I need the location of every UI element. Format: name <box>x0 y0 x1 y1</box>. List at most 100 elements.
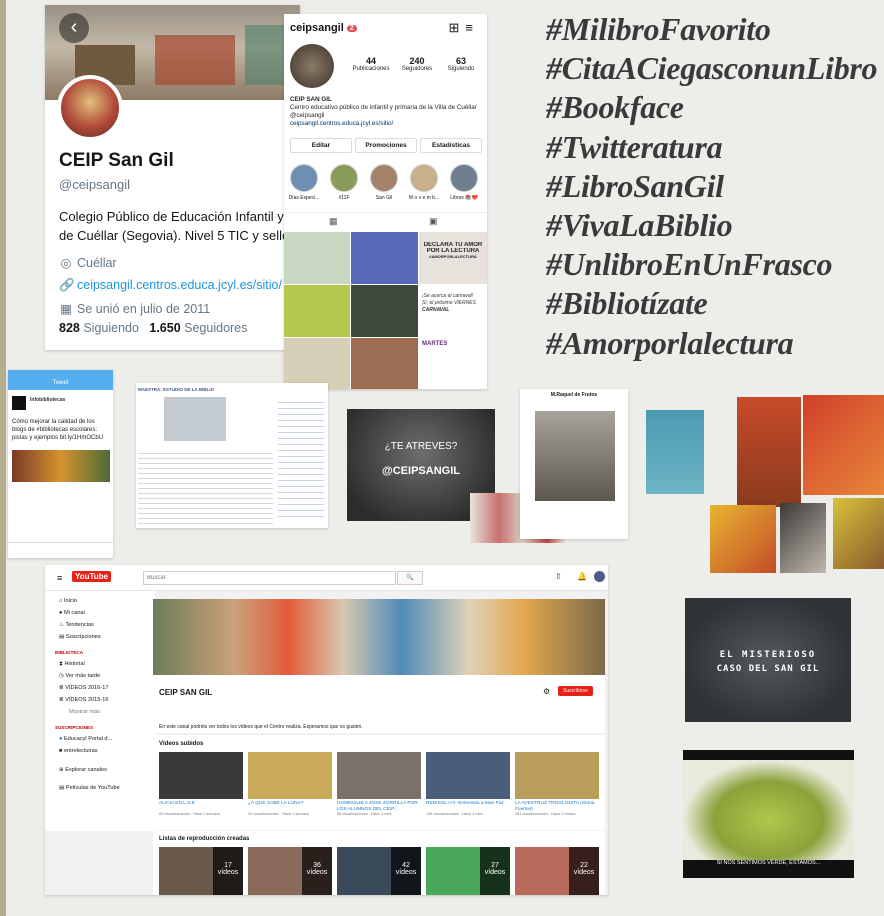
mystery-video[interactable]: EL MISTERIOSO CASO DEL SAN GIL <box>685 598 851 722</box>
followers-label: Seguidores <box>184 321 248 335</box>
video-item[interactable]: LA AVESTRUZ TROGLODITA (Gloria Fuertes) 1… <box>515 752 599 817</box>
video-item[interactable]: ALICIA EN L.S.E 62 visualizaciones · Hace… <box>159 752 243 817</box>
profile-handle: @ceipsangil <box>59 177 131 192</box>
add-icon[interactable]: ⊞ <box>449 20 466 35</box>
channel-description: En este canal podréis ver todos los víde… <box>153 720 605 733</box>
account-avatar[interactable] <box>594 571 605 582</box>
back-button[interactable]: ‹ <box>59 13 89 43</box>
blog-title: MAESTRA: ESTUDIO DE LA BIBLIO <box>138 387 215 392</box>
list-icon: ≣ <box>59 697 64 703</box>
website-link[interactable]: ceipsangil.centros.educa.jcyl.es/sitio/ <box>77 278 282 292</box>
sidebar-item-home[interactable]: ⌂ Inicio <box>59 598 77 604</box>
playlist-item[interactable]: 42 vídeos <box>337 847 421 895</box>
plus-circle-icon: ⊕ <box>59 767 64 773</box>
highlight[interactable]: Días Especi... <box>288 164 320 201</box>
playlist-item[interactable]: 27 vídeos <box>426 847 510 895</box>
youtube-topbar: ≡ YouTube 🔍 ⇧ 🔔 <box>45 565 608 591</box>
playlist-item[interactable]: 17 vídeos <box>159 847 243 895</box>
posts-stat: 44 Publicaciones <box>352 56 390 72</box>
sidebar-item-subscription[interactable]: ■ entrelectuiras <box>59 748 98 754</box>
bell-icon[interactable]: 🔔 <box>577 572 587 581</box>
post-thumbnail[interactable]: DECLARA TU AMOR POR LA LECTURA #AMORPORLAL… <box>419 232 487 284</box>
insights-button[interactable]: Estadísticas <box>420 138 482 153</box>
profile-name: CEIP SAN GIL <box>290 96 332 103</box>
profile-tabs: ▦ ▣ <box>284 212 487 230</box>
sidebar-item-browse-channels[interactable]: ⊕ Explorar canales <box>59 767 107 773</box>
video-thumbnail <box>248 752 332 799</box>
gear-icon[interactable]: ⚙ <box>543 687 550 696</box>
post-thumbnail[interactable] <box>284 338 350 389</box>
mystery-title-line: EL MISTERIOSO <box>719 650 817 660</box>
link-icon: 🔗 <box>59 278 75 292</box>
post-thumbnail[interactable] <box>351 338 418 389</box>
follow-stats: 828 Siguiendo 1.650 Seguidores <box>59 321 247 335</box>
sidebar-item-subscription[interactable]: ● Educacyl Portal d... <box>59 736 112 742</box>
show-more-link[interactable]: Mostrar más <box>69 709 100 715</box>
highlight[interactable]: #11F <box>328 164 360 201</box>
youtube-logo[interactable]: YouTube <box>72 571 112 582</box>
post-thumbnail[interactable] <box>284 285 350 337</box>
sidebar-item-my-channel[interactable]: ● Mi canal <box>59 610 85 616</box>
subscribe-button[interactable]: Suscribirse <box>558 686 593 696</box>
sidebar-item-playlist[interactable]: ≣ VÍDEOS 2016-17 <box>59 685 108 691</box>
sidebar-item-playlist[interactable]: ≣ VÍDEOS 2015-16 <box>59 697 108 703</box>
followers-stat[interactable]: 240 Seguidores <box>394 56 440 72</box>
tagged-icon[interactable]: ▣ <box>429 216 438 227</box>
video-item[interactable]: REDISOL nº1- Entrevista a Mari Paz 138 vi… <box>426 752 510 817</box>
highlight[interactable]: San Gil <box>368 164 400 201</box>
monster-video[interactable]: SI NOS SENTIMOS VERDE, ESTAMOS... <box>683 750 854 878</box>
location-pin-icon: ◎ <box>60 256 72 270</box>
user-icon: ● <box>59 610 63 616</box>
library-header: BIBLIOTECA <box>55 650 84 655</box>
video-thumbnail <box>337 752 421 799</box>
contact-name: M.Raquel de Frutos <box>550 392 598 398</box>
video-item[interactable]: HOMENAJE A JOSÉ ZORRILLA POR LOS ALUMNOS… <box>337 752 421 817</box>
upload-icon[interactable]: ⇧ <box>555 572 562 581</box>
sidebar-item-history[interactable]: ⧗ Historial <box>59 661 85 668</box>
video-item[interactable]: ¿A QUÉ SABE LA LUNA? 32 visualizaciones ·… <box>248 752 332 817</box>
blog-image <box>164 397 226 441</box>
website-row[interactable]: 🔗 ceipsangil.centros.educa.jcyl.es/sitio/ <box>59 278 282 293</box>
facetime-screenshot: M.Raquel de Frutos <box>520 389 628 539</box>
blog-text <box>138 449 273 524</box>
youtube-sidebar: ⌂ Inicio ● Mi canal ♨ Tendencias ▤ Suscr… <box>45 591 155 831</box>
sidebar-item-trending[interactable]: ♨ Tendencias <box>59 622 94 628</box>
playlist-item[interactable]: 22 vídeos <box>515 847 599 895</box>
video-caption: SI NOS SENTIMOS VERDE, ESTAMOS... <box>716 860 821 866</box>
playlist-item[interactable]: 36 vídeos <box>248 847 332 895</box>
video-frame <box>535 411 615 501</box>
monster-illustration <box>683 760 854 860</box>
search-input[interactable] <box>143 571 396 585</box>
bio-text: Centro educativo público de infantil y p… <box>290 104 477 119</box>
following-count[interactable]: 828 <box>59 321 80 335</box>
promotions-button[interactable]: Promociones <box>355 138 417 153</box>
highlight[interactable]: Libros 📚❤️ <box>448 164 480 201</box>
post-thumbnail[interactable] <box>351 285 418 337</box>
joined-row: ▦ Se unió en julio de 2011 <box>60 302 211 316</box>
following-stat[interactable]: 63 Siguiendo <box>438 56 484 72</box>
bio-link[interactable]: ceipsangil.centros.educa.jcyl.es/sitio/ <box>290 120 393 127</box>
sidebar-item-movies[interactable]: ▤ Películas de YouTube <box>59 785 120 791</box>
location-row: ◎ Cuéllar <box>60 256 117 270</box>
post-thumbnail[interactable]: ¡Se acerca el carnaval! Sí, el próximo VI… <box>419 285 487 337</box>
edit-button[interactable]: Editar <box>290 138 352 153</box>
sidebar-item-subscriptions[interactable]: ▤ Suscripciones <box>59 634 101 640</box>
subscriptions-header: SUSCRIPCIONES <box>55 725 94 730</box>
tab-bar <box>8 542 113 558</box>
avatar <box>12 396 26 410</box>
followers-count[interactable]: 1.650 <box>149 321 180 335</box>
youtube-channel-screenshot: ≡ YouTube 🔍 ⇧ 🔔 ⌂ Inicio ● Mi canal ♨ Te… <box>45 565 608 895</box>
hashtag: #VivaLaBiblio <box>546 207 733 244</box>
post-thumbnail[interactable] <box>284 232 350 284</box>
post-thumbnail[interactable]: MARTES <box>419 338 487 389</box>
menu-icon[interactable]: ≡ <box>465 20 479 35</box>
sidebar-item-watch-later[interactable]: ◷ Ver más tarde <box>59 673 100 679</box>
video-thumbnail <box>426 752 510 799</box>
menu-icon[interactable]: ≡ <box>57 573 62 583</box>
page-left-border <box>0 0 6 916</box>
header-icons: ⊞≡ <box>449 20 480 36</box>
highlight[interactable]: M o v e m b... <box>408 164 440 201</box>
search-button[interactable]: 🔍 <box>397 571 423 585</box>
post-thumbnail[interactable] <box>351 232 418 284</box>
grid-icon[interactable]: ▦ <box>329 216 338 227</box>
